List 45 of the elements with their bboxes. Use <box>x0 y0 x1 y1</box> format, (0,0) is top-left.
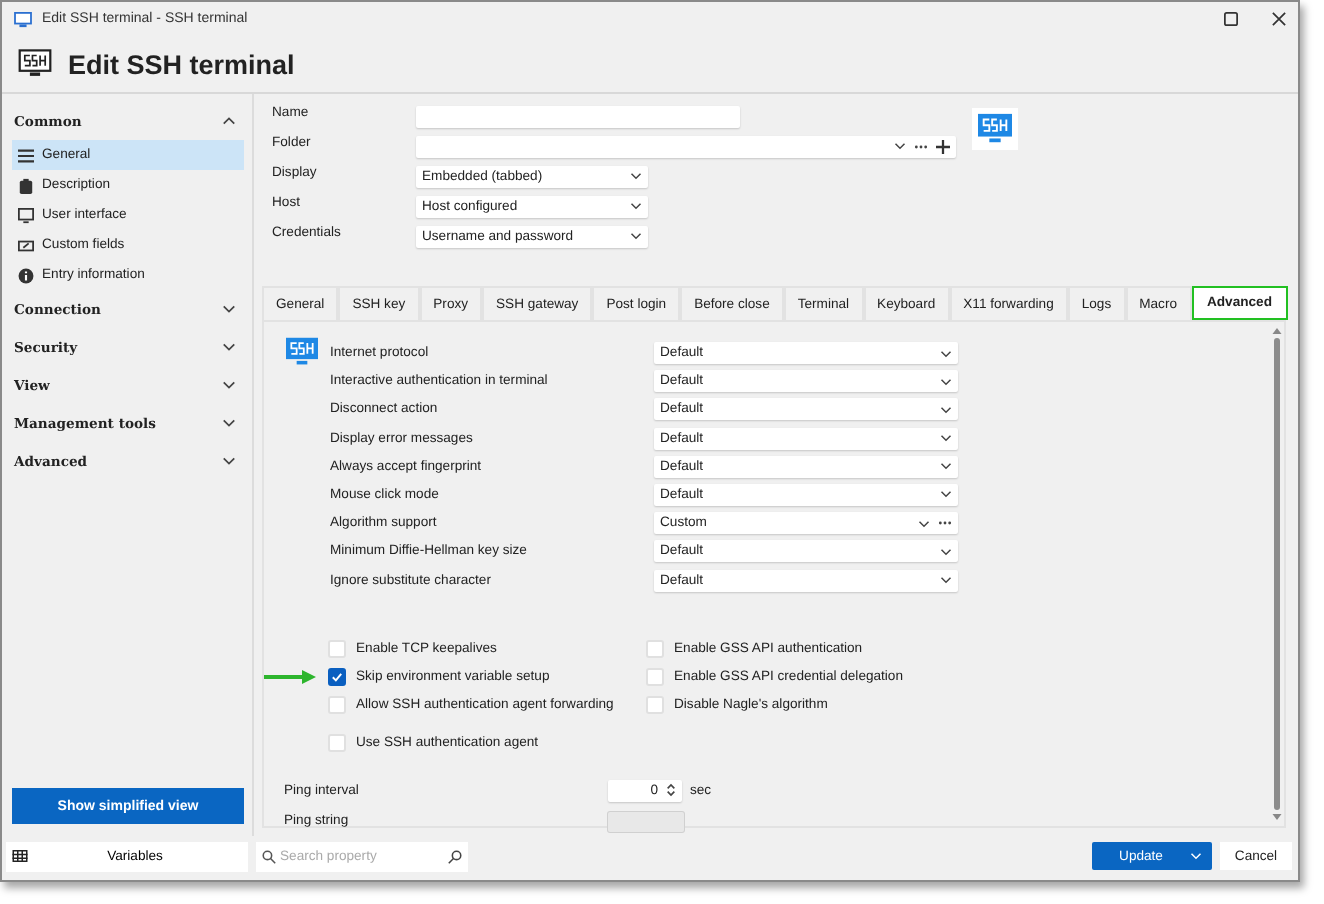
chevron-down-icon <box>940 349 952 357</box>
chevron-down-icon <box>940 490 952 499</box>
chevron-down-icon <box>222 456 236 466</box>
more-icon[interactable] <box>914 143 928 149</box>
edit-field-icon <box>18 237 34 253</box>
monitor-icon[interactable] <box>972 108 1018 150</box>
chevron-down-icon[interactable] <box>894 142 906 150</box>
monitor-icon <box>18 207 34 223</box>
chevron-down-icon <box>222 304 236 314</box>
info-icon <box>18 267 34 283</box>
menu-lines-icon <box>18 147 34 163</box>
scroll-up-icon[interactable] <box>1271 328 1281 334</box>
chevron-down-icon <box>222 418 236 428</box>
caret-icon[interactable] <box>1190 852 1202 860</box>
monitor-icon <box>284 336 320 368</box>
window-icon <box>14 11 32 27</box>
chevron-down-icon <box>940 462 952 471</box>
chevron-down-icon <box>940 434 952 443</box>
chevron-up-icon <box>222 116 236 126</box>
chevron-down-icon <box>918 519 930 528</box>
search-icon <box>262 849 276 863</box>
plus-icon[interactable] <box>936 139 950 153</box>
chevron-down-icon <box>940 405 952 414</box>
search-icon[interactable] <box>448 849 462 863</box>
chevron-down-icon <box>940 547 952 556</box>
checkbox[interactable] <box>328 668 346 686</box>
maximize-icon[interactable] <box>1224 12 1238 26</box>
chevron-down-icon <box>222 342 236 352</box>
name-field[interactable] <box>416 105 740 127</box>
scroll-down-icon[interactable] <box>1271 814 1281 820</box>
scrollbar-thumb[interactable] <box>1273 338 1279 810</box>
chevron-down-icon <box>940 377 952 386</box>
chevron-down-icon <box>940 576 952 584</box>
close-icon[interactable] <box>1272 12 1286 26</box>
clipboard-icon <box>18 177 34 193</box>
grid-icon <box>12 850 28 862</box>
up-down-icon[interactable] <box>666 782 676 798</box>
chevron-down-icon <box>630 232 642 240</box>
more-icon[interactable] <box>938 520 952 527</box>
folder-field[interactable] <box>416 135 956 157</box>
chevron-down-icon <box>630 172 642 180</box>
page-title: Edit SSH terminal <box>68 49 295 79</box>
chevron-down-icon <box>630 202 642 210</box>
chevron-down-icon <box>222 380 236 390</box>
monitor-icon <box>18 48 52 80</box>
